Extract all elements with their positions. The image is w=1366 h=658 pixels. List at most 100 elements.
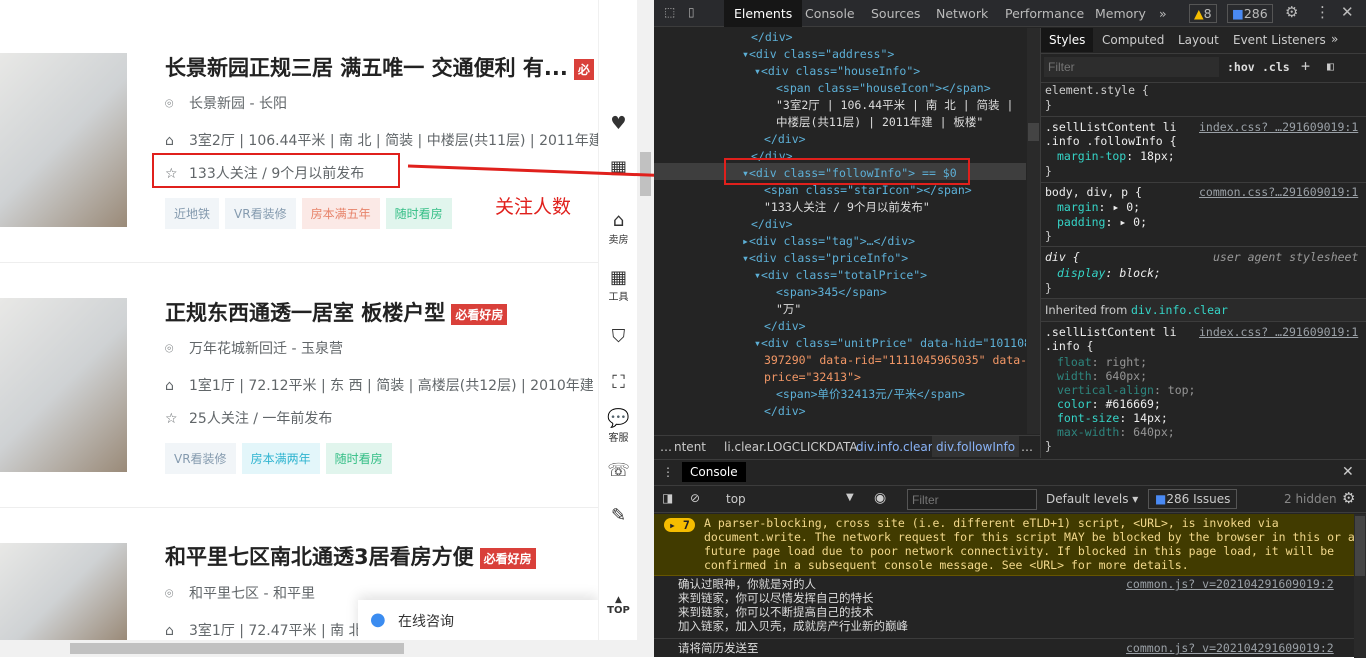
warning-count-badge[interactable]: ▸ 7 — [664, 518, 695, 532]
feedback-button[interactable]: ✎ — [599, 505, 638, 526]
text-node[interactable]: "133人关注 / 9个月以前发布" — [764, 199, 930, 216]
tab-event-listeners[interactable]: Event Listeners — [1233, 33, 1326, 47]
text-node[interactable]: "3室2厅 | 106.44平米 | 南 北 | 简装 | — [776, 97, 1013, 114]
warnings-counter[interactable]: ▲8 — [1189, 4, 1217, 23]
style-property[interactable]: padding: ▸ 0; — [1057, 215, 1147, 230]
style-property[interactable]: max-width: 640px; — [1057, 425, 1175, 440]
tab-layout[interactable]: Layout — [1178, 33, 1219, 47]
listing-title[interactable]: 长景新园正规三居 满五唯一 交通便利 有... 必 — [165, 52, 594, 82]
style-property[interactable]: margin-top: 18px; — [1057, 149, 1175, 164]
style-property[interactable]: margin: ▸ 0; — [1057, 200, 1140, 215]
dom-node-attr[interactable]: price="32413"> — [764, 369, 861, 386]
listing-item[interactable]: 长景新园正规三居 满五唯一 交通便利 有... 必 ⌾ 长景新园 - 长阳 ⌂ 3室2… — [0, 0, 630, 262]
breadcrumb-overflow[interactable]: … — [1021, 440, 1033, 454]
new-rule-icon[interactable]: + — [1301, 57, 1310, 75]
service-button[interactable]: 💬 客服 — [599, 408, 638, 444]
inherited-element-link[interactable]: div.info.clear — [1131, 303, 1228, 317]
listing-photo[interactable] — [0, 298, 127, 472]
listing-item[interactable]: 正规东西通透一居室 板楼户型 必看好房 ⌾ 万年花城新回迁 - 玉泉营 ⌂ 1室1厅 … — [0, 263, 621, 507]
dom-node-attr[interactable]: 397290" data-rid="1111045965035" data- — [764, 352, 1026, 369]
dom-node[interactable]: ▸<div class="tag">…</div> — [742, 233, 915, 250]
listing-title-text[interactable]: 和平里七区南北通透3居看房方便 — [165, 545, 474, 569]
rule-selector[interactable]: .info { — [1045, 339, 1093, 354]
dom-node[interactable]: ▾<div class="unitPrice" data-hid="101108 — [754, 335, 1026, 352]
text-node[interactable]: 中楼层(共11层) | 2011年建 | 板楼" — [776, 114, 983, 131]
tab-computed[interactable]: Computed — [1102, 33, 1164, 47]
close-icon[interactable]: ✕ — [1341, 3, 1354, 21]
tab-console[interactable]: Console — [805, 6, 855, 21]
dom-node[interactable]: ▾<div class="totalPrice"> — [754, 267, 927, 284]
dom-node[interactable]: </div> — [751, 29, 793, 46]
tab-network[interactable]: Network — [936, 6, 988, 21]
breadcrumb-item[interactable]: div.info.clear — [856, 440, 933, 454]
rule-selector[interactable]: .sellListContent li — [1045, 325, 1177, 340]
sidebar-toggle-icon[interactable]: ◧ — [1327, 59, 1334, 73]
dropdown-caret-icon[interactable]: ▼ — [846, 492, 854, 503]
sidebar-toggle-icon[interactable]: ◨ — [662, 491, 673, 505]
dom-node[interactable]: </div> — [764, 318, 806, 335]
horizontal-scrollbar[interactable] — [0, 640, 637, 657]
rule-selector[interactable]: .info .followInfo { — [1045, 134, 1177, 149]
log-levels-dropdown[interactable]: Default levels ▾ — [1046, 492, 1138, 506]
tab-console-drawer[interactable]: Console — [682, 462, 746, 482]
scan-button[interactable]: ⛶ — [599, 372, 638, 393]
console-scrollbar[interactable] — [1354, 514, 1366, 658]
tab-sources[interactable]: Sources — [871, 6, 920, 21]
text-node[interactable]: "万" — [776, 301, 801, 318]
clear-console-icon[interactable]: ⊘ — [690, 491, 700, 505]
back-to-top-button[interactable]: ▲ TOP — [599, 595, 638, 616]
shield-button[interactable]: ⛉ — [599, 326, 638, 347]
drawer-menu-icon[interactable]: ⋮ — [662, 465, 674, 479]
dom-node[interactable]: <span>单价32413元/平米</span> — [776, 386, 965, 403]
style-property[interactable]: display: block; — [1057, 266, 1161, 281]
rule-selector[interactable]: .sellListContent li — [1045, 120, 1177, 135]
style-property[interactable]: width: 640px; — [1057, 369, 1147, 384]
tab-performance[interactable]: Performance — [1005, 6, 1084, 21]
dom-node[interactable]: </div> — [764, 403, 806, 420]
dom-node[interactable]: <span>345</span> — [776, 284, 887, 301]
dom-node[interactable]: ▾<div class="houseInfo"> — [754, 63, 920, 80]
dom-node[interactable]: <span class="houseIcon"></span> — [776, 80, 991, 97]
phone-button[interactable]: ☏ — [599, 460, 638, 481]
tab-elements[interactable]: Elements — [724, 0, 803, 27]
dom-node[interactable]: </div> — [764, 131, 806, 148]
rule-selector[interactable]: div { — [1045, 250, 1080, 265]
listing-photo[interactable] — [0, 543, 127, 640]
listing-title-text[interactable]: 正规东西通透一居室 板楼户型 — [165, 301, 445, 325]
hov-toggle[interactable]: :hov — [1227, 60, 1255, 74]
source-link[interactable]: common.js? v=202104291609019:2 — [1126, 641, 1334, 655]
breadcrumb-item[interactable]: ntent — [674, 440, 706, 454]
console-settings-icon[interactable]: ⚙ — [1342, 489, 1355, 507]
address-text[interactable]: 长景新园 - 长阳 — [189, 96, 287, 112]
sell-button[interactable]: ⌂ 卖房 — [599, 210, 638, 246]
rule-selector[interactable]: body, div, p { — [1045, 185, 1142, 200]
source-link[interactable]: common.js? v=202104291609019:2 — [1126, 577, 1334, 591]
address-text[interactable]: 万年花城新回迁 - 玉泉营 — [189, 341, 343, 357]
more-options-icon[interactable]: ⋮ — [1315, 3, 1330, 21]
address-text[interactable]: 和平里七区 - 和平里 — [189, 586, 315, 602]
close-drawer-icon[interactable]: ✕ — [1342, 464, 1354, 480]
style-property[interactable]: color: #616669; — [1057, 397, 1161, 412]
source-link[interactable]: index.css? …291609019:1 — [1199, 325, 1358, 340]
tools-button[interactable]: ▦ 工具 — [599, 267, 638, 303]
issues-button[interactable]: ■286 Issues — [1148, 489, 1238, 509]
tab-styles[interactable]: Styles — [1041, 28, 1094, 52]
source-link[interactable]: common.css?…291609019:1 — [1199, 185, 1358, 200]
more-tabs-icon[interactable]: » — [1331, 32, 1338, 46]
breadcrumb-overflow[interactable]: … — [660, 440, 672, 454]
settings-gear-icon[interactable]: ⚙ — [1285, 3, 1298, 21]
scroll-thumb[interactable] — [70, 643, 404, 654]
device-toggle-icon[interactable]: ▯ — [688, 5, 695, 19]
listing-title[interactable]: 和平里七区南北通透3居看房方便 必看好房 — [165, 541, 536, 571]
style-property[interactable]: vertical-align: top; — [1057, 383, 1195, 398]
console-warning[interactable]: ▸ 7 A parser-blocking, cross site (i.e. … — [654, 514, 1355, 576]
vertical-scrollbar[interactable] — [637, 0, 654, 657]
eye-icon[interactable]: ◉ — [874, 490, 886, 506]
cls-toggle[interactable]: .cls — [1262, 60, 1290, 74]
online-consult-button[interactable]: ● 在线咨询 — [358, 600, 598, 640]
listing-photo[interactable] — [0, 53, 127, 227]
inspect-icon[interactable]: ⬚ — [664, 5, 675, 19]
dom-node[interactable]: ▾<div class="priceInfo"> — [742, 250, 908, 267]
context-selector[interactable]: top — [726, 492, 746, 506]
favorite-button[interactable]: ♥ — [599, 113, 638, 134]
